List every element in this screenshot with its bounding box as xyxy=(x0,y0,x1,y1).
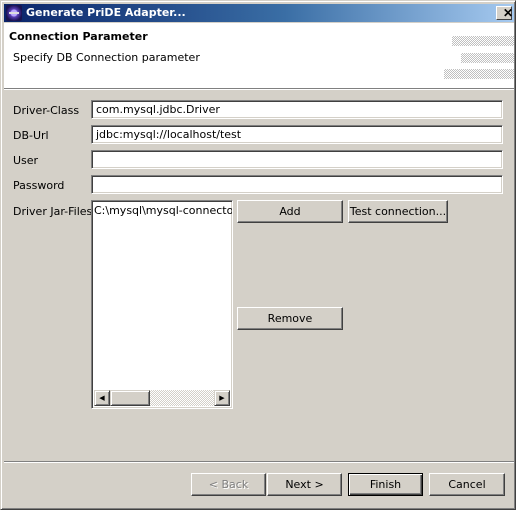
db-url-input[interactable]: jdbc:mysql://localhost/test xyxy=(91,125,503,144)
test-connection-button[interactable]: Test connection... xyxy=(348,200,448,223)
user-input[interactable] xyxy=(91,150,503,169)
footer-separator xyxy=(4,461,514,463)
user-label: User xyxy=(13,154,39,167)
eclipse-app-icon xyxy=(6,5,22,21)
page-description: Specify DB Connection parameter xyxy=(13,51,200,64)
cancel-button[interactable]: Cancel xyxy=(429,473,505,496)
arrow-right-icon: ▶ xyxy=(219,394,225,402)
scroll-left-button[interactable]: ◀ xyxy=(94,390,110,406)
close-button[interactable]: ✕ xyxy=(496,6,514,20)
finish-button[interactable]: Finish xyxy=(348,473,423,496)
page-title: Connection Parameter xyxy=(9,30,148,43)
driver-jar-files-label: Driver Jar-Files xyxy=(13,205,93,218)
title-bar[interactable]: Generate PriDE Adapter... ✕ xyxy=(4,4,514,22)
add-button[interactable]: Add xyxy=(237,200,343,223)
driver-jar-files-list[interactable]: C:\mysql\mysql-connector-ja ◀ ▶ xyxy=(91,200,233,409)
horizontal-scrollbar[interactable]: ◀ ▶ xyxy=(94,390,230,406)
remove-button[interactable]: Remove xyxy=(237,307,343,330)
arrow-left-icon: ◀ xyxy=(99,394,105,402)
driver-class-input[interactable]: com.mysql.jdbc.Driver xyxy=(91,100,503,119)
banner-graphic-icon xyxy=(442,36,514,80)
window-title: Generate PriDE Adapter... xyxy=(26,6,186,19)
next-button[interactable]: Next > xyxy=(267,473,342,496)
scroll-right-button[interactable]: ▶ xyxy=(214,390,230,406)
scrollbar-thumb[interactable] xyxy=(110,390,150,406)
close-icon: ✕ xyxy=(503,6,514,20)
back-button[interactable]: < Back xyxy=(191,473,266,496)
driver-class-label: Driver-Class xyxy=(13,104,80,117)
password-label: Password xyxy=(13,179,65,192)
wizard-dialog: Generate PriDE Adapter... ✕ Connection P… xyxy=(0,0,516,510)
list-item[interactable]: C:\mysql\mysql-connector-ja xyxy=(94,204,232,217)
wizard-header: Connection Parameter Specify DB Connecti… xyxy=(4,23,514,90)
db-url-label: DB-Url xyxy=(13,129,49,142)
password-input[interactable] xyxy=(91,175,503,194)
